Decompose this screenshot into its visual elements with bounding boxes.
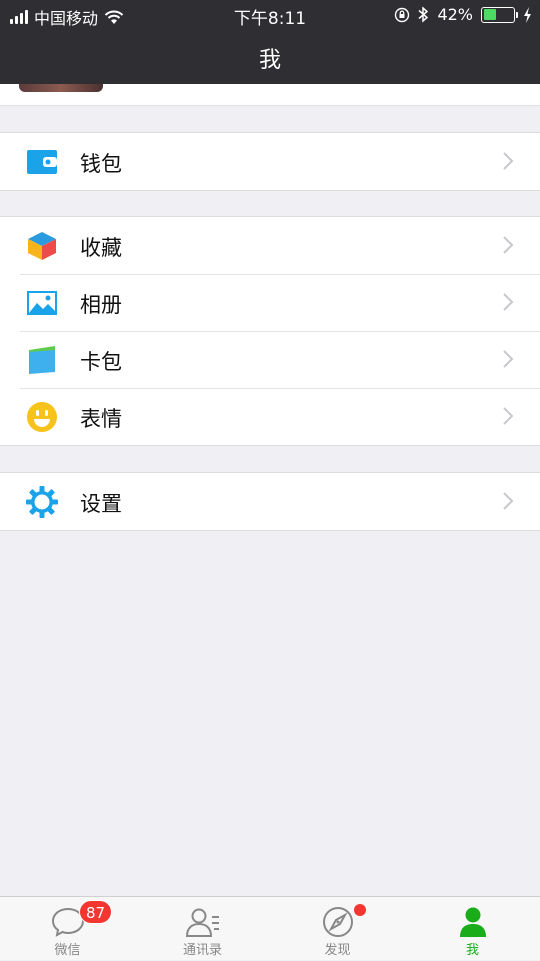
menu-item-album[interactable]: 相册 xyxy=(0,274,540,331)
favorites-cube-icon xyxy=(28,232,56,260)
tab-label-discover: 发现 xyxy=(324,943,351,958)
charging-icon xyxy=(524,6,531,23)
album-icon xyxy=(27,291,57,315)
tab-bar: 87 微信 通讯录 发现 我 xyxy=(0,896,540,960)
profile-card[interactable] xyxy=(0,84,540,106)
card-wallet-icon xyxy=(29,346,55,374)
menu-label-wallet: 钱包 xyxy=(80,152,122,176)
menu-item-settings[interactable]: 设置 xyxy=(0,473,540,530)
menu-item-cards[interactable]: 卡包 xyxy=(0,331,540,388)
page-title: 我 xyxy=(258,48,281,73)
tab-label-me: 我 xyxy=(465,943,479,958)
gear-icon xyxy=(26,486,58,518)
chevron-right-icon xyxy=(503,152,514,170)
top-bar: 中国移动 下午8:11 42% 我 xyxy=(0,0,540,84)
collections-group: 收藏 相册 卡包 表情 xyxy=(0,216,540,446)
chevron-right-icon xyxy=(503,407,514,425)
menu-label-stickers: 表情 xyxy=(80,407,122,431)
battery-percent: 42% xyxy=(437,5,473,24)
tab-me[interactable]: 我 xyxy=(405,897,540,961)
compass-icon xyxy=(322,907,353,937)
unread-badge: 87 xyxy=(79,900,113,924)
wallet-group: 钱包 xyxy=(0,132,540,191)
person-icon xyxy=(459,907,486,937)
battery-icon xyxy=(481,6,518,23)
chevron-right-icon xyxy=(503,350,514,368)
contacts-icon xyxy=(185,908,219,937)
status-bar: 中国移动 下午8:11 42% xyxy=(0,0,540,30)
rotation-lock-icon xyxy=(395,7,410,22)
menu-label-cards: 卡包 xyxy=(80,350,122,374)
tab-discover[interactable]: 发现 xyxy=(270,897,405,961)
menu-item-stickers[interactable]: 表情 xyxy=(0,388,540,445)
smiley-icon xyxy=(27,402,57,432)
menu-label-settings: 设置 xyxy=(80,492,122,516)
menu-item-wallet[interactable]: 钱包 xyxy=(0,133,540,190)
tab-chats[interactable]: 87 微信 xyxy=(0,897,135,961)
menu-item-favorites[interactable]: 收藏 xyxy=(0,217,540,274)
chevron-right-icon xyxy=(503,236,514,254)
bluetooth-icon xyxy=(418,6,429,23)
menu-label-favorites: 收藏 xyxy=(80,236,122,260)
wallet-icon xyxy=(27,150,57,174)
tab-label-contacts: 通讯录 xyxy=(182,943,222,958)
chevron-right-icon xyxy=(503,492,514,510)
tab-label-chats: 微信 xyxy=(54,943,81,958)
settings-group: 设置 xyxy=(0,472,540,531)
chevron-right-icon xyxy=(503,293,514,311)
menu-label-album: 相册 xyxy=(80,293,122,317)
tab-contacts[interactable]: 通讯录 xyxy=(135,897,270,961)
new-content-dot xyxy=(354,904,366,916)
avatar xyxy=(19,84,103,92)
